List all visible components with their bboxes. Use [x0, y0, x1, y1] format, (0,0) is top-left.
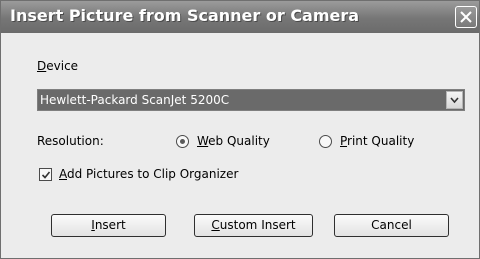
print-quality-radio[interactable] — [319, 135, 332, 148]
close-icon — [460, 11, 472, 23]
resolution-label: Resolution: — [37, 134, 104, 148]
device-selected-value: Hewlett-Packard ScanJet 5200C — [40, 93, 230, 107]
device-select[interactable]: Hewlett-Packard ScanJet 5200C — [37, 89, 465, 111]
title-bar[interactable]: Insert Picture from Scanner or Camera — [1, 1, 479, 33]
radio-selected-dot — [180, 139, 185, 144]
web-quality-radio[interactable] — [176, 135, 189, 148]
custom-insert-button[interactable]: Custom Insert — [194, 214, 313, 237]
device-label: Device — [37, 59, 79, 73]
web-quality-label[interactable]: Web Quality — [197, 134, 270, 148]
close-button[interactable] — [455, 6, 477, 28]
cancel-button[interactable]: Cancel — [334, 214, 449, 237]
add-to-clip-organizer-label[interactable]: Add Pictures to Clip Organizer — [59, 167, 238, 181]
check-icon — [41, 171, 51, 179]
device-dropdown-button[interactable] — [446, 91, 463, 109]
add-to-clip-organizer-checkbox[interactable] — [39, 168, 52, 181]
insert-button[interactable]: Insert — [51, 214, 166, 237]
chevron-down-icon — [450, 97, 459, 104]
dialog-window: Insert Picture from Scanner or Camera De… — [0, 0, 480, 259]
print-quality-label[interactable]: Print Quality — [340, 134, 414, 148]
dialog-title: Insert Picture from Scanner or Camera — [10, 6, 360, 25]
